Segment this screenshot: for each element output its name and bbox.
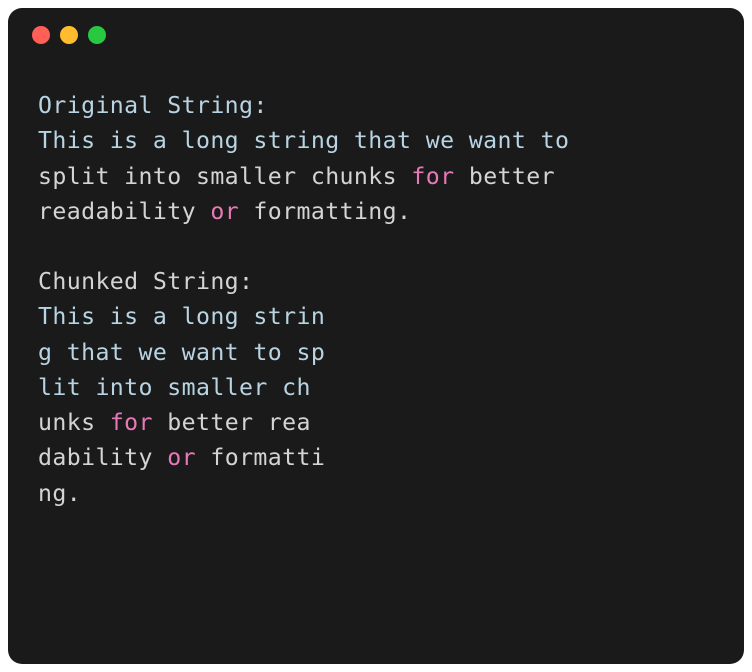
text: This is a long strin: [38, 303, 325, 330]
heading-original: Original String:: [38, 88, 714, 123]
output-line: This is a long strin: [38, 299, 714, 334]
text: readability: [38, 198, 210, 225]
text: unks: [38, 409, 110, 436]
text: lit into smaller ch: [38, 374, 311, 401]
text: ng.: [38, 480, 81, 507]
output-line: This is a long string that we want to: [38, 123, 714, 158]
text: This is a long string that we want to: [38, 127, 584, 154]
output-line: lit into smaller ch: [38, 370, 714, 405]
text: split into smaller chunks: [38, 163, 411, 190]
text: better: [454, 163, 569, 190]
keyword-or: or: [210, 198, 239, 225]
text: formatti: [196, 444, 325, 471]
minimize-icon[interactable]: [60, 26, 78, 44]
keyword-for: for: [411, 163, 454, 190]
output-line: readability or formatting.: [38, 194, 714, 229]
output-line: unks for better rea: [38, 405, 714, 440]
heading-chunked: Chunked String:: [38, 264, 714, 299]
text: Chunked String:: [38, 268, 253, 295]
text: g that we want to sp: [38, 339, 325, 366]
text: dability: [38, 444, 167, 471]
text: Original String:: [38, 92, 268, 119]
output-line: split into smaller chunks for better: [38, 159, 714, 194]
output-line: ng.: [38, 476, 714, 511]
text: better rea: [153, 409, 311, 436]
titlebar: [8, 8, 744, 62]
blank-line: [38, 229, 714, 264]
output-line: dability or formatti: [38, 440, 714, 475]
output-line: g that we want to sp: [38, 335, 714, 370]
terminal-output: Original String: This is a long string t…: [8, 62, 744, 541]
close-icon[interactable]: [32, 26, 50, 44]
text: formatting.: [239, 198, 411, 225]
keyword-for: for: [110, 409, 153, 436]
maximize-icon[interactable]: [88, 26, 106, 44]
terminal-window: Original String: This is a long string t…: [8, 8, 744, 664]
keyword-or: or: [167, 444, 196, 471]
